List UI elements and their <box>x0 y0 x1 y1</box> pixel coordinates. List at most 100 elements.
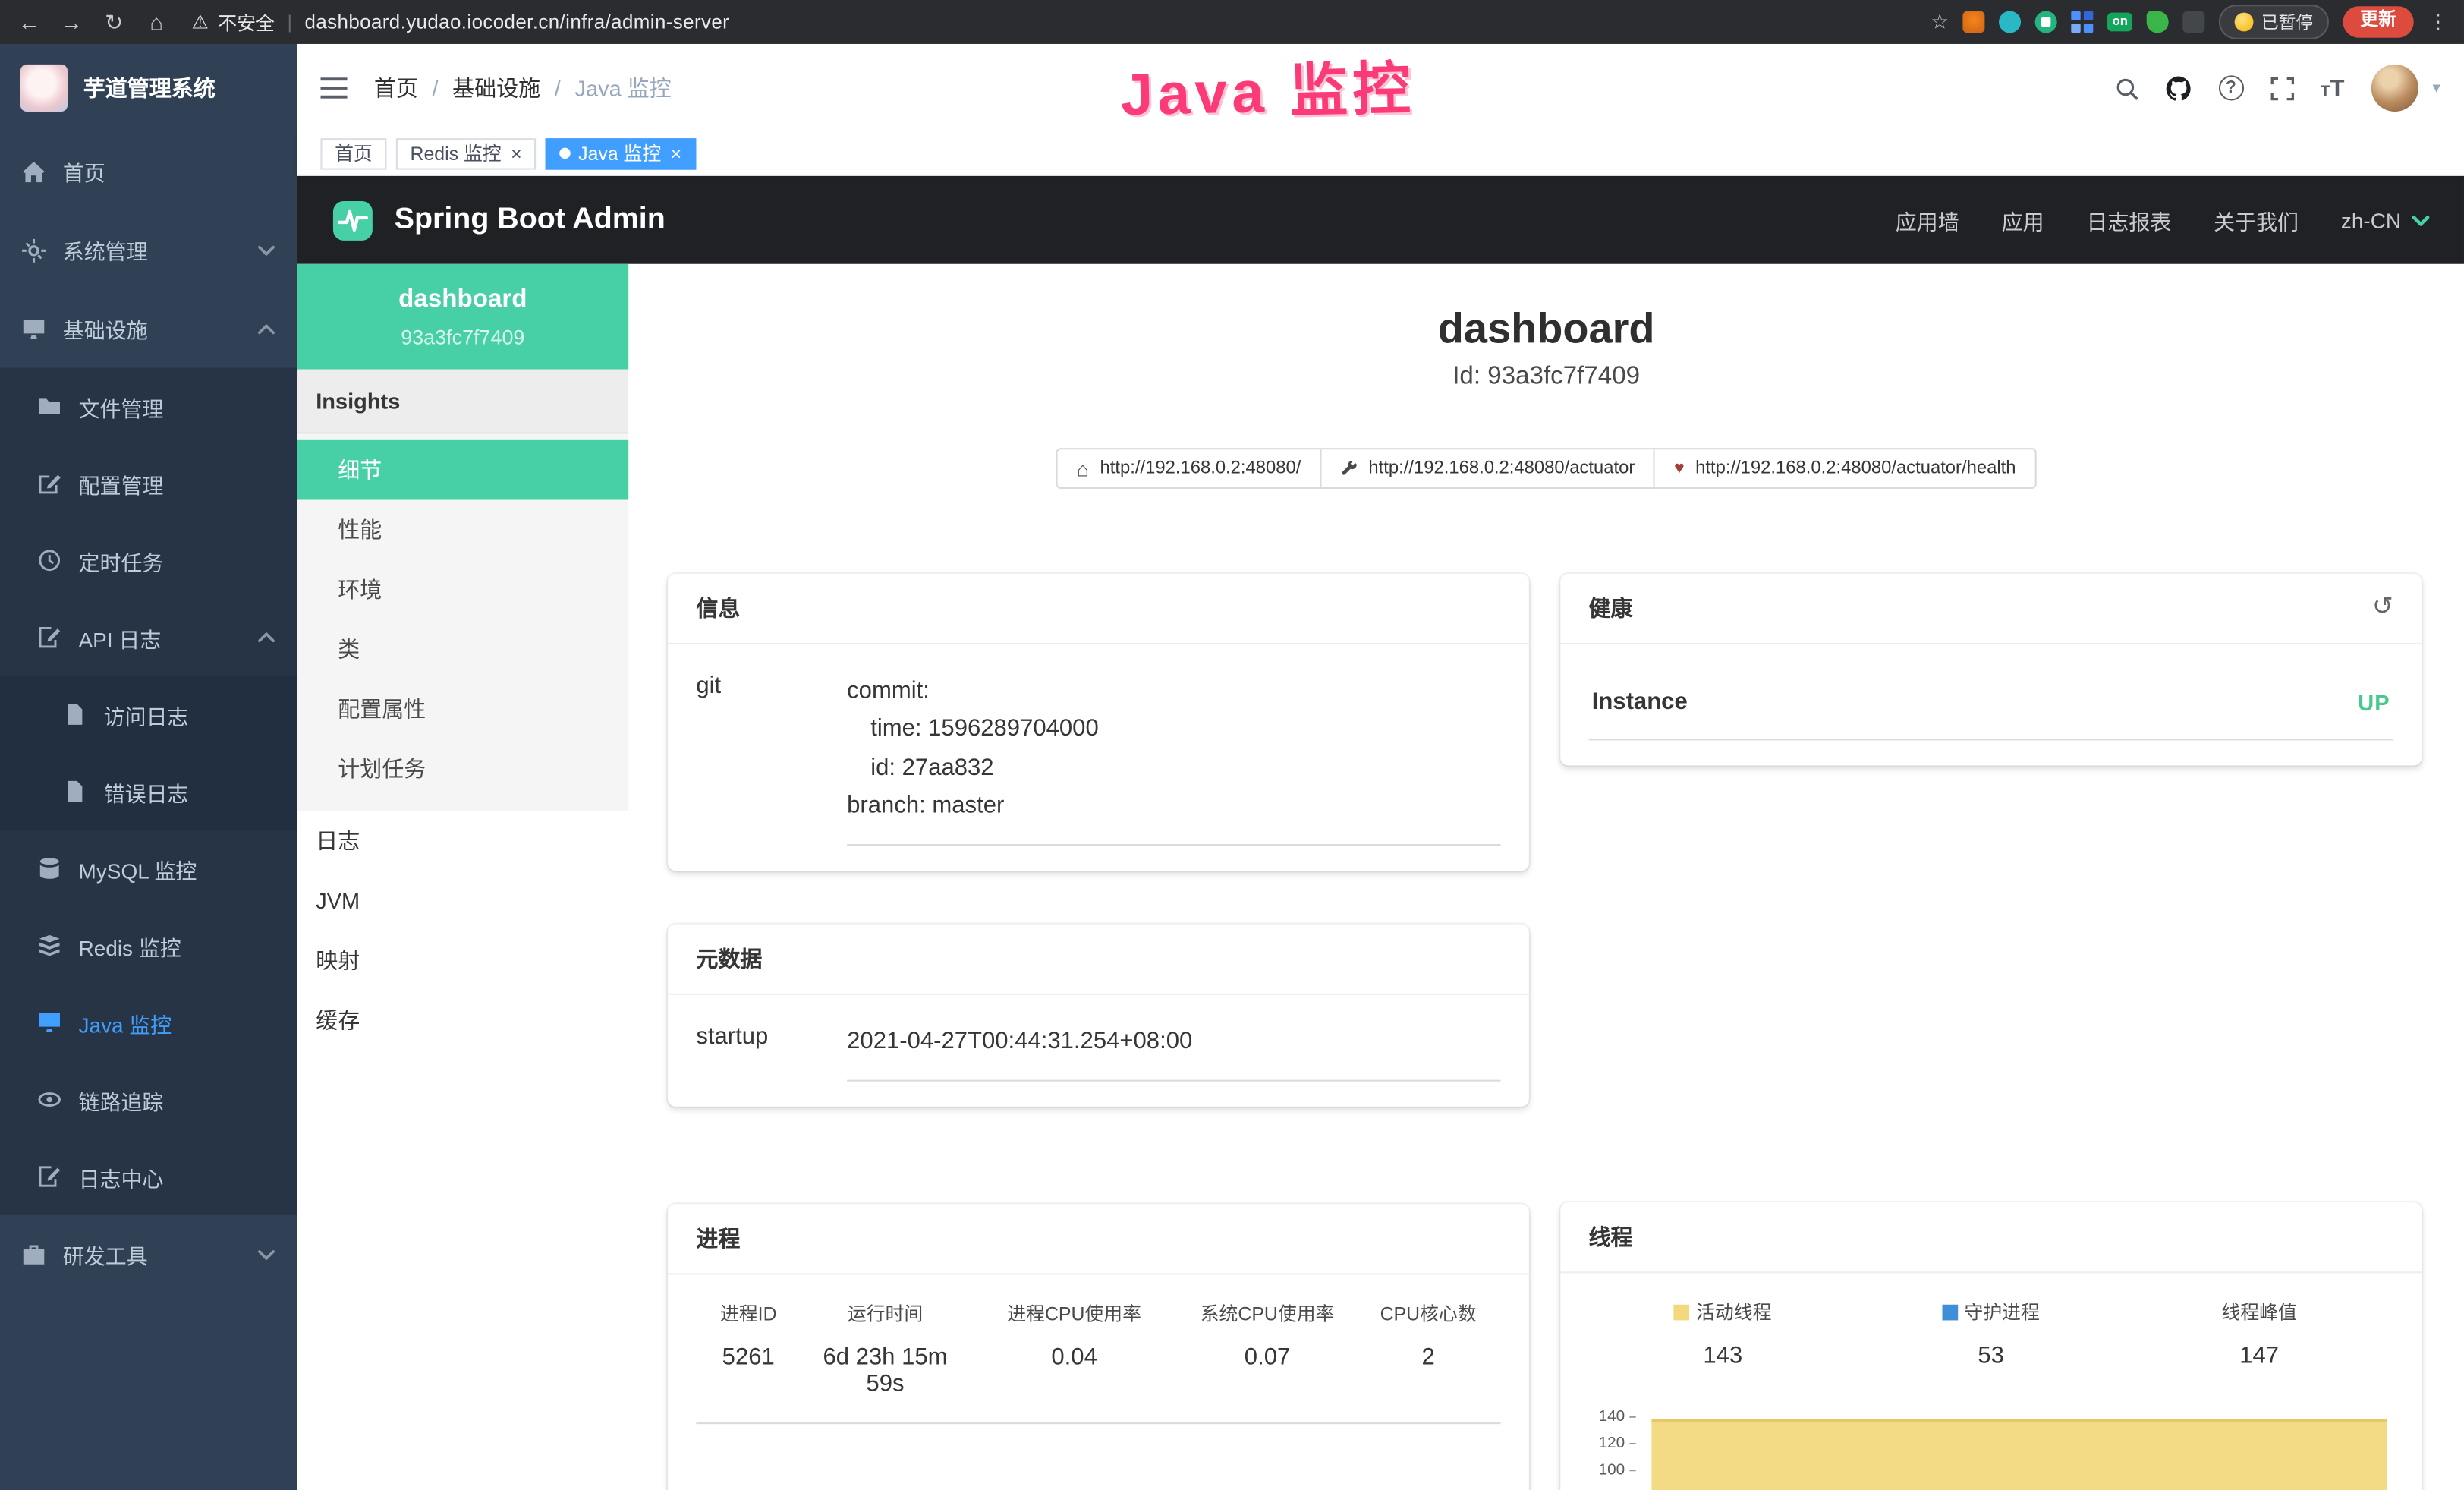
sba-item-scheduled-tasks[interactable]: 计划任务 <box>297 739 628 799</box>
sba-logo-icon[interactable] <box>332 199 374 241</box>
tab-java-monitor[interactable]: Java 监控 × <box>546 137 696 169</box>
history-icon[interactable]: ↺ <box>2372 596 2393 621</box>
user-avatar[interactable] <box>2371 65 2418 112</box>
browser-menu-icon[interactable]: ⋮ <box>2428 9 2448 34</box>
tab-label: Java 监控 <box>578 143 661 162</box>
sidebar-item-access-log[interactable]: 访问日志 <box>0 676 297 752</box>
actuator-url-button[interactable]: http://192.168.0.2:48080/actuator <box>1320 448 1655 489</box>
gear-icon <box>22 238 46 262</box>
sidebar-item-files[interactable]: 文件管理 <box>0 368 297 445</box>
git-branch-line: branch: master <box>847 787 1500 825</box>
update-button[interactable]: 更新 <box>2343 7 2414 37</box>
hamburger-icon[interactable] <box>320 77 347 99</box>
site-security[interactable]: ⚠ 不安全 | dashboard.yudao.iocoder.cn/infra… <box>192 8 730 35</box>
legend-blue-swatch <box>1942 1304 1958 1320</box>
sidebar-item-scheduler[interactable]: 定时任务 <box>0 521 297 598</box>
extension-pin-icon[interactable] <box>1999 11 2021 33</box>
sidebar-item-label: 首页 <box>63 156 105 187</box>
sba-main: dashboard Id: 93a3fc7f7409 ⌂ http://192.… <box>628 264 2464 1490</box>
extensions-puzzle-icon[interactable] <box>2182 11 2204 33</box>
sidebar-item-label: 访问日志 <box>104 698 189 729</box>
extension-fox-icon[interactable] <box>1963 11 1985 33</box>
sba-menu-journal[interactable]: 日志报表 <box>2086 204 2171 235</box>
legend-yellow-swatch <box>1674 1304 1690 1320</box>
sidebar-item-redis-monitor[interactable]: Redis 监控 <box>0 907 297 984</box>
browser-forward-icon[interactable]: → <box>58 9 85 34</box>
sba-menu-about[interactable]: 关于我们 <box>2214 204 2299 235</box>
sba-group-mappings[interactable]: 映射 <box>297 931 628 991</box>
breadcrumb-infrastructure[interactable]: 基础设施 <box>452 72 540 103</box>
sba-instance-id: 93a3fc7f7409 <box>310 326 616 349</box>
process-card-header: 进程 <box>668 1205 1529 1275</box>
sidebar-item-label: 错误日志 <box>104 776 189 807</box>
extension-green-icon[interactable] <box>2035 11 2057 33</box>
address-bar-url[interactable]: dashboard.yudao.iocoder.cn/infra/admin-s… <box>305 11 730 33</box>
health-url-button[interactable]: ♥ http://192.168.0.2:48080/actuator/heal… <box>1654 448 2036 489</box>
sidebar-item-mysql-monitor[interactable]: MySQL 监控 <box>0 830 297 906</box>
browser-back-icon[interactable]: ← <box>16 9 42 34</box>
extension-grid-icon[interactable] <box>2072 11 2094 33</box>
search-icon[interactable] <box>2115 76 2138 99</box>
breadcrumb-home[interactable]: 首页 <box>374 72 418 103</box>
tab-redis-monitor[interactable]: Redis 监控 × <box>396 137 536 169</box>
avatar-caret-icon[interactable]: ▾ <box>2433 80 2440 97</box>
bookmark-star-icon[interactable]: ☆ <box>1931 9 1949 34</box>
sidebar-item-label: 研发工具 <box>63 1239 148 1270</box>
extension-on-badge[interactable]: on <box>2107 13 2132 32</box>
browser-home-icon[interactable]: ⌂ <box>143 9 169 34</box>
metadata-row-startup: startup 2021-04-27T00:44:31.254+08:00 <box>696 1020 1500 1082</box>
browser-reload-icon[interactable]: ↻ <box>101 8 127 35</box>
sba-group-logs[interactable]: 日志 <box>297 811 628 871</box>
github-icon[interactable] <box>2165 74 2192 101</box>
sidebar-item-infrastructure[interactable]: 基础设施 <box>0 289 297 368</box>
sidebar-item-error-log[interactable]: 错误日志 <box>0 753 297 830</box>
extension-leaf-icon[interactable] <box>2147 11 2169 33</box>
help-icon[interactable]: ? <box>2218 75 2243 100</box>
sidebar-item-log-center[interactable]: 日志中心 <box>0 1138 297 1214</box>
sba-menu-applications[interactable]: 应用 <box>2002 204 2044 235</box>
health-card-body: Instance UP <box>1560 644 2422 765</box>
paused-badge[interactable]: 已暂停 <box>2219 5 2329 39</box>
sidebar-item-home[interactable]: 首页 <box>0 132 297 211</box>
log-edit-icon <box>38 625 61 649</box>
health-card: 健康 ↺ Instance UP <box>1560 574 2422 766</box>
sidebar-item-dev-tools[interactable]: 研发工具 <box>0 1215 297 1294</box>
tab-home[interactable]: 首页 <box>320 137 386 169</box>
chevron-down-icon <box>258 1249 275 1259</box>
app-logo[interactable]: 芋道管理系统 <box>0 44 297 132</box>
sba-menu-wallboard[interactable]: 应用墙 <box>1896 204 1959 235</box>
sba-item-metrics[interactable]: 性能 <box>297 500 628 560</box>
sidebar-item-java-monitor[interactable]: Java 监控 <box>0 984 297 1060</box>
instance-url-button[interactable]: ⌂ http://192.168.0.2:48080/ <box>1056 448 1321 489</box>
sidebar-item-system[interactable]: 系统管理 <box>0 210 297 289</box>
sba-item-details[interactable]: 细节 <box>297 440 628 500</box>
tab-close-icon[interactable]: × <box>511 143 522 162</box>
sba-section-insights[interactable]: Insights <box>297 370 628 434</box>
sidebar-item-api-log[interactable]: API 日志 <box>0 599 297 676</box>
sidebar-item-tracing[interactable]: 链路追踪 <box>0 1061 297 1138</box>
threads-card: 线程 活动线程 143 守护进程 <box>1560 1202 2422 1490</box>
log-edit-icon <box>38 1164 61 1188</box>
browser-actions: ☆ on 已暂停 更新 ⋮ <box>1931 5 2448 39</box>
tab-close-icon[interactable]: × <box>671 143 682 162</box>
font-size-icon[interactable]: TT <box>2321 76 2345 99</box>
sba-item-config-props[interactable]: 配置属性 <box>297 679 628 739</box>
process-card-body: 进程ID 5261 运行时间 6d 23h 15m 59s <box>668 1275 1529 1450</box>
sba-brand-title[interactable]: Spring Boot Admin <box>395 203 666 238</box>
tab-label: Redis 监控 <box>411 143 502 162</box>
fullscreen-icon[interactable] <box>2270 76 2294 99</box>
sba-locale-select[interactable]: zh-CN <box>2341 208 2430 232</box>
threads-card-header: 线程 <box>1560 1202 2422 1273</box>
sba-group-caches[interactable]: 缓存 <box>297 991 628 1051</box>
main-sidebar: 芋道管理系统 首页 系统管理 基础设施 文件管理 <box>0 44 297 1490</box>
monitor-icon <box>38 1011 61 1035</box>
git-commit-line: commit: <box>847 673 1500 710</box>
sba-instance-header[interactable]: dashboard 93a3fc7f7409 <box>297 264 628 370</box>
sidebar-item-config[interactable]: 配置管理 <box>0 445 297 521</box>
health-status-badge: UP <box>2358 689 2390 714</box>
stat-process-cpu: 进程CPU使用率 0.04 <box>970 1301 1179 1398</box>
metadata-card-title: 元数据 <box>696 943 762 975</box>
sba-group-jvm[interactable]: JVM <box>297 871 628 931</box>
sba-item-classes[interactable]: 类 <box>297 619 628 679</box>
sba-item-environment[interactable]: 环境 <box>297 559 628 619</box>
